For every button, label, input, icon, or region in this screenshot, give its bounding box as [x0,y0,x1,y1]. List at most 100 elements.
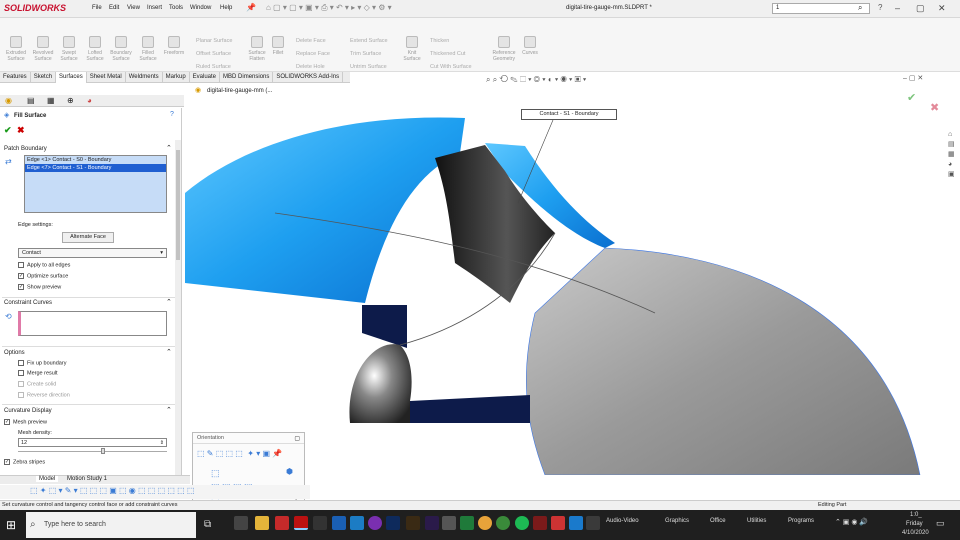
chrome-icon[interactable] [478,516,492,530]
pm-scrollbar[interactable] [175,140,181,475]
planar-surface-button[interactable]: Planar Surface [196,35,232,48]
minimize-button[interactable]: – [895,3,900,13]
zebra-stripes-checkbox[interactable]: ✓ Zebra stripes [4,459,45,465]
view-toolbar[interactable]: ⬚ ✦ ⬚ ▾ ✎ ▾ ⬚ ⬚ ⬚ ▣ ⬚ ◉ ⬚ ⬚ ⬚ ⬚ ⬚ ⬚ [0,485,310,499]
collapse-icon[interactable]: ⌃ [166,298,172,306]
patch-boundary-header[interactable]: Patch Boundary [4,146,47,152]
reverse-direction-checkbox[interactable]: Reverse direction [18,392,70,398]
toolbar-programs[interactable]: Programs [788,518,814,524]
list-item[interactable]: Edge <1> Contact - S0 - Boundary [25,156,166,164]
app-icon[interactable] [234,516,248,530]
photoshop-icon[interactable] [386,516,400,530]
boundary-surface-button[interactable]: Boundary Surface [109,36,133,62]
app-icon[interactable] [313,516,327,530]
menu-tools[interactable]: Tools [169,5,183,11]
premiere-icon[interactable] [425,516,439,530]
maximize-button[interactable]: ▢ [916,3,925,14]
tree-root-label[interactable]: digital-tire-gauge-mm (... [207,88,272,94]
constraint-curves-list[interactable] [18,311,167,336]
solidworks-taskbar-icon[interactable] [294,516,308,530]
tab-motion-study[interactable]: Motion Study 1 [64,476,110,482]
pin-icon[interactable]: 📌 [246,3,256,12]
tab-mbd-dimensions[interactable]: MBD Dimensions [220,72,274,83]
tab-model[interactable]: Model [36,476,59,482]
toolbar-graphics[interactable]: Graphics [665,518,689,524]
propertymanager-icon[interactable]: ▤ [27,96,35,105]
constraint-curves-header[interactable]: Constraint Curves [4,300,52,306]
contact-select[interactable]: Contact ▾ [18,248,167,258]
revolved-surface-button[interactable]: Revolved Surface [31,36,55,62]
collapse-icon[interactable]: ⌃ [166,144,172,152]
app-icon[interactable] [368,516,382,530]
display-manager-icon[interactable]: ◕ [87,96,92,105]
app-icon[interactable] [496,516,510,530]
menu-file[interactable]: File [92,5,102,11]
tab-addins[interactable]: SOLIDWORKS Add-Ins [273,72,344,83]
view-cube-icon[interactable]: ⬢ [286,467,293,476]
task-view-icon[interactable]: ⧉ [204,519,211,530]
clock-time[interactable]: 1:0_ [910,512,922,518]
thickened-cut-button[interactable]: Thickened Cut [430,48,472,61]
task-pane-tabs[interactable]: ⌂ ▤ ▦ ◕ ▣ [948,130,958,182]
boundary-callout[interactable]: Contact - S1 - Boundary [521,109,617,120]
tab-markup[interactable]: Markup [163,72,190,83]
mesh-preview-checkbox[interactable]: ✓ Mesh preview [4,419,47,425]
windows-start-icon[interactable]: ⊞ [6,518,16,532]
heads-up-toolbar[interactable]: ⌕ ⌕ ⟲ ✎ ⬚ ▾ ◎ ▾ ◐ ▾ ◉ ▾ ▣ ▾ [486,75,586,85]
tab-features[interactable]: Features [0,72,31,83]
extend-surface-button[interactable]: Extend Surface [350,35,388,48]
edge-list[interactable]: Edge <1> Contact - S0 - Boundary Edge <7… [24,155,167,213]
file-explorer-icon[interactable] [255,516,269,530]
ok-icon[interactable]: ✔ [4,125,12,136]
extruded-surface-button[interactable]: Extruded Surface [4,36,28,62]
app-icon[interactable] [551,516,565,530]
toolbar-office[interactable]: Office [710,518,726,524]
toolbar-utilities[interactable]: Utilities [747,518,766,524]
featuremanager-icon[interactable]: ◉ [5,96,12,105]
tab-weldments[interactable]: Weldments [126,72,163,83]
app-icon[interactable] [275,516,289,530]
clock-day[interactable]: Friday [906,521,923,527]
fillet-button[interactable]: Fillet [266,36,290,56]
notification-icon[interactable]: ▭ [936,518,945,529]
lofted-surface-button[interactable]: Lofted Surface [83,36,107,62]
ok-icon[interactable]: ✔ [907,91,916,104]
app-icon[interactable] [586,516,600,530]
close-icon[interactable]: ▢ [294,435,300,442]
curvature-display-header[interactable]: Curvature Display [4,408,52,414]
spinner-icon[interactable]: ⇕ [160,440,164,446]
merge-result-checkbox[interactable]: Merge result [18,370,58,376]
offset-surface-button[interactable]: Offset Surface [196,48,232,61]
show-preview-checkbox[interactable]: ✓ Show preview [18,284,61,290]
curves-button[interactable]: Curves [518,36,542,56]
help-icon[interactable]: ? [170,111,174,118]
skype-icon[interactable] [350,516,364,530]
slider-thumb[interactable] [101,448,105,454]
view-tools[interactable]: ⬚ ✎ ⬚ ⬚ ⬚ ✦ ▾ ▣ 📌 [197,449,282,458]
search-input[interactable]: 1 [772,3,870,14]
menu-insert[interactable]: Insert [147,5,162,11]
clock-date[interactable]: 4/10/2020 [902,530,929,536]
close-button[interactable]: ✕ [938,3,946,14]
swept-surface-button[interactable]: Swept Surface [57,36,81,62]
trim-surface-button[interactable]: Trim Surface [350,48,388,61]
tab-sketch[interactable]: Sketch [31,72,57,83]
apply-all-edges-checkbox[interactable]: Apply to all edges [18,262,70,268]
tab-sheet-metal[interactable]: Sheet Metal [87,72,126,83]
freeform-button[interactable]: Freeform [162,36,186,56]
filled-surface-button[interactable]: Filled Surface [136,36,160,62]
search-icon[interactable]: ⌕ [858,3,862,13]
tab-surfaces[interactable]: Surfaces [56,72,87,83]
app-icon[interactable] [460,516,474,530]
collapse-icon[interactable]: ⌃ [166,406,172,414]
tab-evaluate[interactable]: Evaluate [190,72,221,83]
untrim-surface-button[interactable]: Untrim Surface [350,61,388,74]
quick-access-toolbar[interactable]: ⌂ ▢ ▾ ▢ ▾ ▣ ▾ ⎙ ▾ ↶ ▾ ▸ ▾ ◇ ▾ ⚙ ▾ [266,3,392,13]
toolbar-audio-video[interactable]: Audio-Video [606,518,639,524]
graphics-area[interactable]: ◉ digital-tire-gauge-mm (... Contact - S… [185,75,960,476]
cut-with-surface-button[interactable]: Cut With Surface [430,61,472,74]
dimxpert-icon[interactable]: ⊕ [67,96,74,105]
taskbar-search[interactable]: Type here to search [26,512,196,538]
app-icon[interactable] [569,516,583,530]
tray-icons[interactable]: ⌃ ▣ ◉ 🔊 [835,518,868,526]
